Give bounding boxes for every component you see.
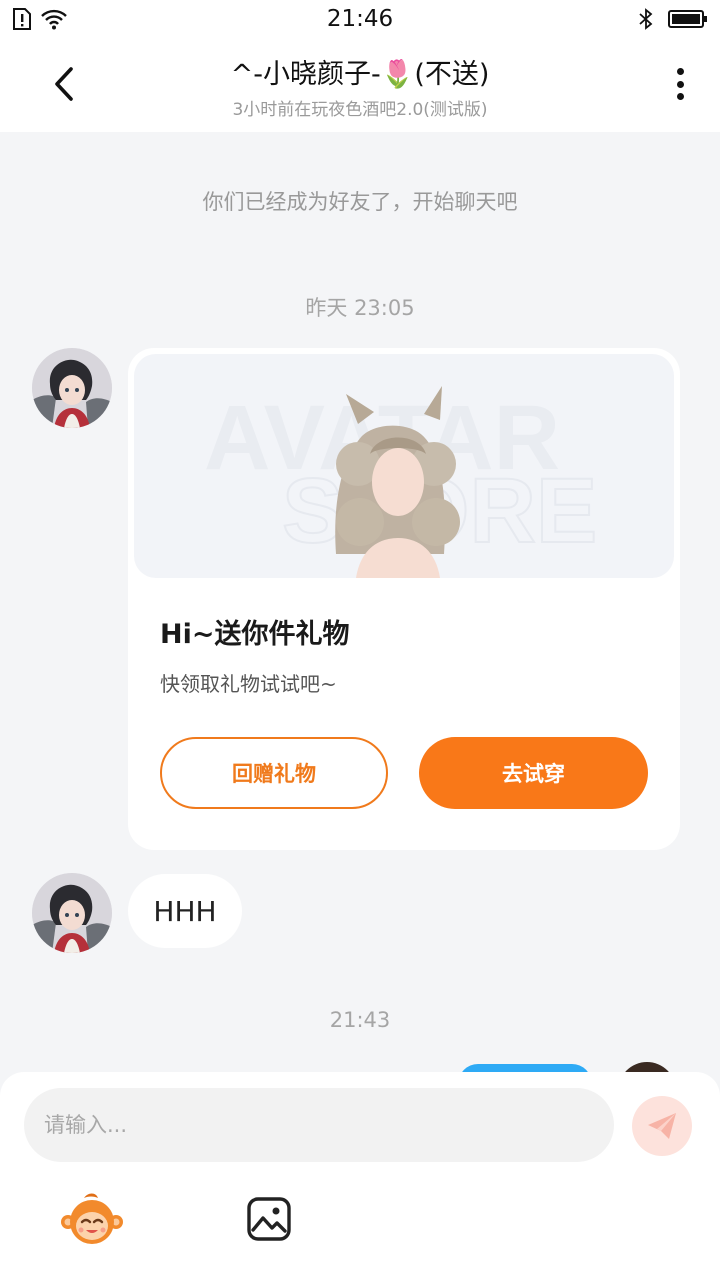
return-gift-button[interactable]: 回赠礼物 — [160, 737, 388, 809]
image-icon — [247, 1197, 291, 1241]
message-bubble[interactable]: HHH — [128, 874, 242, 948]
image-picker-button[interactable] — [246, 1196, 292, 1242]
gift-title: Hi~送你件礼物 — [160, 619, 350, 650]
timestamp: 昨天 23:05 — [305, 296, 415, 320]
input-bar — [0, 1072, 720, 1280]
avatar-image — [32, 873, 112, 953]
gift-description: 快领取礼物试试吧~ — [160, 672, 337, 696]
send-button[interactable] — [632, 1096, 692, 1156]
status-time: 21:46 — [326, 6, 394, 32]
gift-card[interactable]: AVATAR STORE Hi~送你件礼物 快领取礼物试试吧~ 回赠礼物 去试穿 — [128, 348, 680, 850]
more-dot-icon — [676, 68, 684, 75]
status-right-icons — [638, 8, 708, 30]
friend-notice: 你们已经成为好友了，开始聊天吧 — [202, 190, 518, 214]
emoji-button[interactable] — [60, 1192, 124, 1248]
more-options-button[interactable] — [666, 64, 694, 104]
avatar-image — [32, 348, 112, 428]
timestamp: 21:43 — [329, 1008, 391, 1032]
more-dot-icon — [676, 80, 684, 88]
friend-avatar[interactable] — [32, 873, 112, 953]
title-block: ^-小晓颜子-🌷(不送) 3小时前在玩夜色酒吧2.0(测试版) — [120, 52, 600, 120]
gift-preview-image: AVATAR STORE — [134, 354, 674, 578]
bluetooth-icon — [639, 8, 653, 30]
chat-header: ^-小晓颜子-🌷(不送) 3小时前在玩夜色酒吧2.0(测试版) — [0, 38, 720, 132]
avatar-store-artwork: AVATAR STORE — [204, 386, 598, 578]
friend-avatar[interactable] — [32, 348, 112, 428]
message-input[interactable] — [24, 1088, 614, 1162]
page-title: ^-小晓颜子-🌷(不送) — [230, 59, 490, 90]
try-on-button[interactable]: 去试穿 — [419, 737, 648, 809]
send-icon — [648, 1113, 676, 1139]
back-button[interactable] — [40, 60, 88, 108]
more-dot-icon — [676, 93, 684, 100]
battery-icon — [668, 10, 707, 28]
page-subtitle: 3小时前在玩夜色酒吧2.0(测试版) — [232, 100, 488, 120]
chevron-left-icon — [55, 67, 73, 101]
monkey-emoji-icon — [61, 1193, 123, 1244]
status-bar: 21:46 — [0, 0, 720, 38]
